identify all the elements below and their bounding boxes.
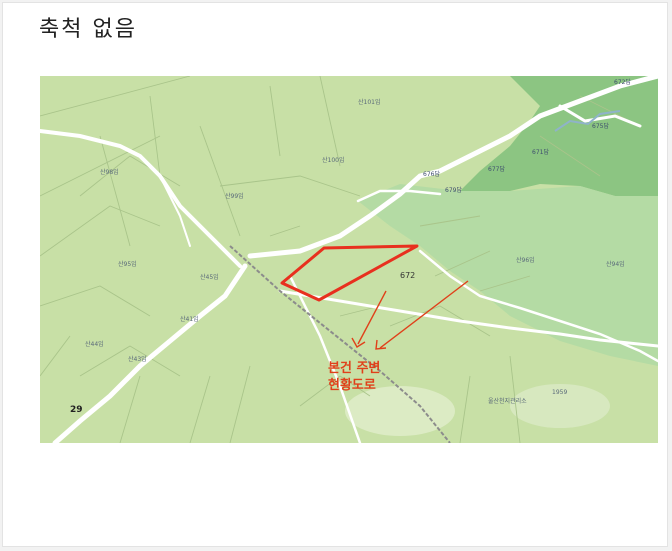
annotation-line1: 본건 주변 xyxy=(328,360,380,376)
label-672: 672답 xyxy=(614,79,631,86)
label-san44: 산44임 xyxy=(85,340,104,348)
scale-note: 축척 없음 xyxy=(39,17,137,42)
label-san95: 산95임 xyxy=(118,260,137,268)
label-san99: 산99임 xyxy=(225,192,244,200)
label-office: 울산천지관리소 xyxy=(488,397,527,405)
label-675: 675답 xyxy=(592,123,609,130)
label-san98: 산98임 xyxy=(100,168,119,176)
label-san96: 산96임 xyxy=(516,256,535,264)
label-san43: 산43임 xyxy=(128,355,147,363)
label-1959: 1959 xyxy=(552,389,567,396)
label-671: 671답 xyxy=(532,149,549,156)
map-canvas: 산101임 산100임 672답 675답 671답 677답 676답 679… xyxy=(40,76,658,443)
annotation-line2: 현황도로 xyxy=(328,377,376,393)
document-page: 축척 없음 산101임 산100임 672답 675답 671답 677답 67… xyxy=(2,2,668,547)
label-san100: 산100임 xyxy=(322,156,345,164)
site-label: 672 xyxy=(400,271,415,280)
label-676: 676답 xyxy=(423,171,440,178)
cadastral-map: 산101임 산100임 672답 675답 671답 677답 676답 679… xyxy=(40,76,658,443)
label-san45: 산45임 xyxy=(200,273,219,281)
label-677: 677답 xyxy=(488,166,505,173)
label-san41: 산41임 xyxy=(180,315,199,323)
label-679: 679답 xyxy=(445,187,462,194)
label-san101: 산101임 xyxy=(358,98,381,106)
label-29: 29 xyxy=(70,405,83,415)
label-san94: 산94임 xyxy=(606,260,625,268)
